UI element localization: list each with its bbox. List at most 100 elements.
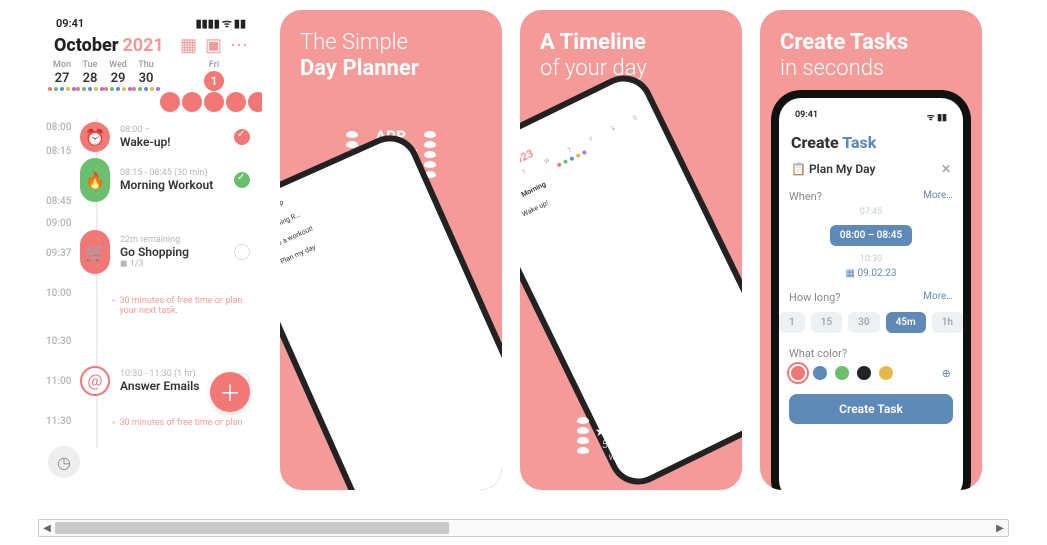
hour-label: 09:37 (46, 248, 71, 259)
task-icon-bubble: ＠ (80, 366, 110, 396)
cart-icon: 🛒 (85, 243, 105, 262)
timeline[interactable]: 08:0008:1508:4509:0009:3710:0010:3011:00… (40, 118, 262, 448)
laurel-left-icon (577, 417, 589, 454)
status-bar: 09:41 ▮▮▮▮ ᯤ ▮▮ (40, 10, 262, 31)
task-sub: ◼ 1/3 (120, 259, 189, 269)
screenshot-card-2: The Simple Day Planner APP OF THE DAY Wa… (280, 10, 502, 490)
hour-label: 10:30 (46, 336, 71, 347)
month-label: October (54, 35, 118, 56)
wifi-icon: ᯤ (222, 16, 232, 31)
more-link[interactable]: More… (923, 291, 953, 302)
time-chip[interactable]: 08:00 – 08:45 (830, 225, 913, 246)
create-task-title: Create Task (789, 129, 953, 160)
scroll-right-arrow[interactable]: ▶ (992, 523, 1008, 534)
hour-label: 11:00 (46, 376, 71, 387)
laurel-right-icon (673, 417, 685, 454)
date-cell[interactable]: 28 (76, 70, 104, 112)
screenshot-card-3: A Timeline of your day 08:26 April 2023 … (520, 10, 742, 490)
card-headline: Create Tasks in seconds (760, 10, 982, 91)
clock-icon: ◔ (110, 296, 115, 307)
free-time-hint: ◔ 30 minutes of free time or plan your n… (110, 296, 248, 316)
task-meta: 08:00 − (120, 125, 171, 135)
calendar-header: October 2021 ▦ ▣ ⋯ (40, 31, 262, 56)
duration-row[interactable]: 1153045m1h (789, 304, 953, 341)
task-icon-bubble: ⏰ (80, 122, 110, 152)
section-when: When? (789, 190, 822, 203)
more-icon[interactable]: ⋯ (230, 35, 248, 56)
date-row[interactable]: ▦ 09.02.23 (789, 264, 953, 285)
color-swatch[interactable] (813, 366, 827, 380)
status-indicators: ▮▮▮▮ ᯤ ▮▮ (196, 16, 246, 31)
horizontal-scrollbar[interactable]: ◀ ▶ (38, 519, 1009, 537)
add-color-icon[interactable]: ⊕ (942, 367, 951, 380)
task-meta: 08:15 - 08:45 (30 min) (120, 168, 213, 178)
hour-label: 08:00 (46, 122, 71, 133)
hour-label: 08:15 (46, 146, 71, 157)
week-row[interactable]: MonTueWedThuFriSatSun27 28 29 30 1 2 3 (40, 56, 262, 112)
task-row[interactable]: ⏰ 08:00 − Wake-up! (80, 122, 250, 152)
card-headline: The Simple Day Planner (280, 10, 502, 91)
status-time: 09:41 (56, 17, 84, 30)
free-time-hint-2: ◔ 30 minutes of free time or plan (110, 418, 248, 429)
weekday-label: Mon (48, 60, 76, 70)
section-howlong: How long? (789, 291, 841, 304)
flame-icon: 🔥 (85, 171, 105, 190)
calendar-icon[interactable]: ▦ (180, 35, 197, 56)
hour-label: 10:00 (46, 288, 71, 299)
task-checkbox[interactable] (234, 129, 250, 145)
color-swatch[interactable] (791, 366, 805, 380)
more-link[interactable]: More… (923, 190, 953, 201)
battery-icon: ▮▮ (234, 17, 246, 30)
scroll-left-arrow[interactable]: ◀ (39, 523, 55, 534)
section-color: What color? (789, 341, 953, 360)
timer-button[interactable]: ◷ (48, 446, 80, 478)
date-cell[interactable]: 29 (104, 70, 132, 112)
color-swatch[interactable] (857, 366, 871, 380)
task-meta: 10:30 - 11:30 (1 hr) (120, 369, 199, 379)
weekday-label: Fri (160, 60, 262, 70)
task-checkbox[interactable] (234, 244, 250, 260)
create-task-button[interactable]: Create Task (789, 394, 953, 424)
task-name: Wake-up! (120, 135, 171, 149)
task-name-row[interactable]: 📋 Plan My Day ✕ (789, 160, 953, 184)
task-name: Go Shopping (120, 245, 189, 259)
task-icon-bubble: 🛒 (80, 230, 110, 274)
stopwatch-icon: ◷ (57, 453, 71, 472)
color-row[interactable]: ⊕ (789, 360, 953, 386)
screenshot-gallery[interactable]: 09:41 ▮▮▮▮ ᯤ ▮▮ October 2021 ▦ ▣ ⋯ MonTu… (0, 0, 1047, 500)
close-icon[interactable]: ✕ (941, 162, 951, 176)
weekday-label: Thu (132, 60, 160, 70)
signal-icon: ▮▮▮▮ (196, 17, 220, 30)
alarm-icon: ⏰ (85, 128, 105, 147)
inbox-icon[interactable]: ▣ (205, 35, 222, 56)
duration-chip[interactable]: 45m (886, 312, 926, 333)
year-label: 2021 (122, 35, 163, 56)
duration-chip[interactable]: 15 (811, 312, 842, 333)
five-stars-icon: ★★★★★ (595, 424, 668, 440)
task-row[interactable]: 🔥 08:15 - 08:45 (30 min) Morning Workout (80, 158, 250, 202)
add-task-fab[interactable]: ＋ (210, 372, 250, 412)
duration-chip[interactable]: 30 (848, 312, 879, 333)
screenshot-card-4: Create Tasks in seconds 09:41ᯤ ▮▮ Create… (760, 10, 982, 490)
screenshot-card-1: 09:41 ▮▮▮▮ ᯤ ▮▮ October 2021 ▦ ▣ ⋯ MonTu… (40, 10, 262, 490)
status-bar: 09:41ᯤ ▮▮ (789, 108, 953, 129)
calendar-icon: ▦ (846, 268, 855, 279)
scroll-thumb[interactable] (55, 522, 449, 534)
date-cell[interactable]: 1 (160, 70, 262, 112)
weekday-label: Wed (104, 60, 132, 70)
scroll-track[interactable] (55, 520, 992, 536)
date-cell[interactable]: 30 (132, 70, 160, 112)
duration-chip[interactable]: 1 (779, 312, 805, 333)
task-name: Morning Workout (120, 178, 213, 192)
at-icon: ＠ (87, 369, 103, 393)
color-swatch[interactable] (835, 366, 849, 380)
date-cell[interactable]: 27 (48, 70, 76, 112)
task-icon-bubble: 🔥 (80, 158, 110, 202)
task-checkbox[interactable] (234, 172, 250, 188)
weekday-label: Tue (76, 60, 104, 70)
duration-chip[interactable]: 1h (932, 312, 963, 333)
color-swatch[interactable] (879, 366, 893, 380)
phone-mock: 09:41ᯤ ▮▮ Create Task 📋 Plan My Day ✕ Wh… (771, 90, 971, 490)
task-meta: 22m remaining (120, 235, 189, 245)
task-row[interactable]: 🛒 22m remaining Go Shopping ◼ 1/3 (80, 230, 250, 274)
